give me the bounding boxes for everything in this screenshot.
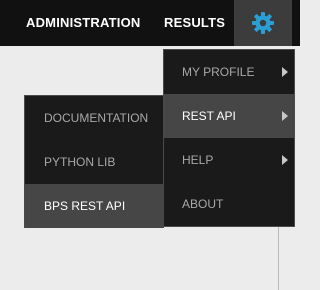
menu-item-label: HELP xyxy=(182,153,214,167)
settings-dropdown-menu: MY PROFILE REST API HELP ABOUT xyxy=(163,49,295,227)
menu-item-rest-api[interactable]: REST API xyxy=(164,94,294,138)
nav-results[interactable]: RESULTS xyxy=(164,0,225,46)
submenu-item-python-lib[interactable]: PYTHON LIB xyxy=(25,140,163,184)
menu-item-my-profile[interactable]: MY PROFILE xyxy=(164,50,294,94)
submenu-item-label: PYTHON LIB xyxy=(44,155,116,169)
menu-item-help[interactable]: HELP xyxy=(164,138,294,182)
gear-icon xyxy=(252,12,274,34)
submenu-item-label: DOCUMENTATION xyxy=(44,111,149,125)
rest-api-submenu: DOCUMENTATION PYTHON LIB BPS REST API xyxy=(24,95,164,228)
submenu-item-bps-rest-api[interactable]: BPS REST API xyxy=(25,184,163,228)
submenu-item-documentation[interactable]: DOCUMENTATION xyxy=(25,96,163,140)
menu-item-label: ABOUT xyxy=(182,197,224,211)
submenu-item-label: BPS REST API xyxy=(44,199,126,213)
submenu-arrow-icon xyxy=(282,67,288,77)
top-navigation-bar: ADMINISTRATION RESULTS xyxy=(0,0,300,46)
nav-administration[interactable]: ADMINISTRATION xyxy=(26,0,141,46)
menu-item-about[interactable]: ABOUT xyxy=(164,182,294,226)
submenu-arrow-icon xyxy=(282,155,288,165)
submenu-arrow-icon xyxy=(282,111,288,121)
menu-item-label: REST API xyxy=(182,109,236,123)
page-edge-divider xyxy=(278,226,279,290)
settings-button[interactable] xyxy=(234,0,292,46)
menu-item-label: MY PROFILE xyxy=(182,65,255,79)
